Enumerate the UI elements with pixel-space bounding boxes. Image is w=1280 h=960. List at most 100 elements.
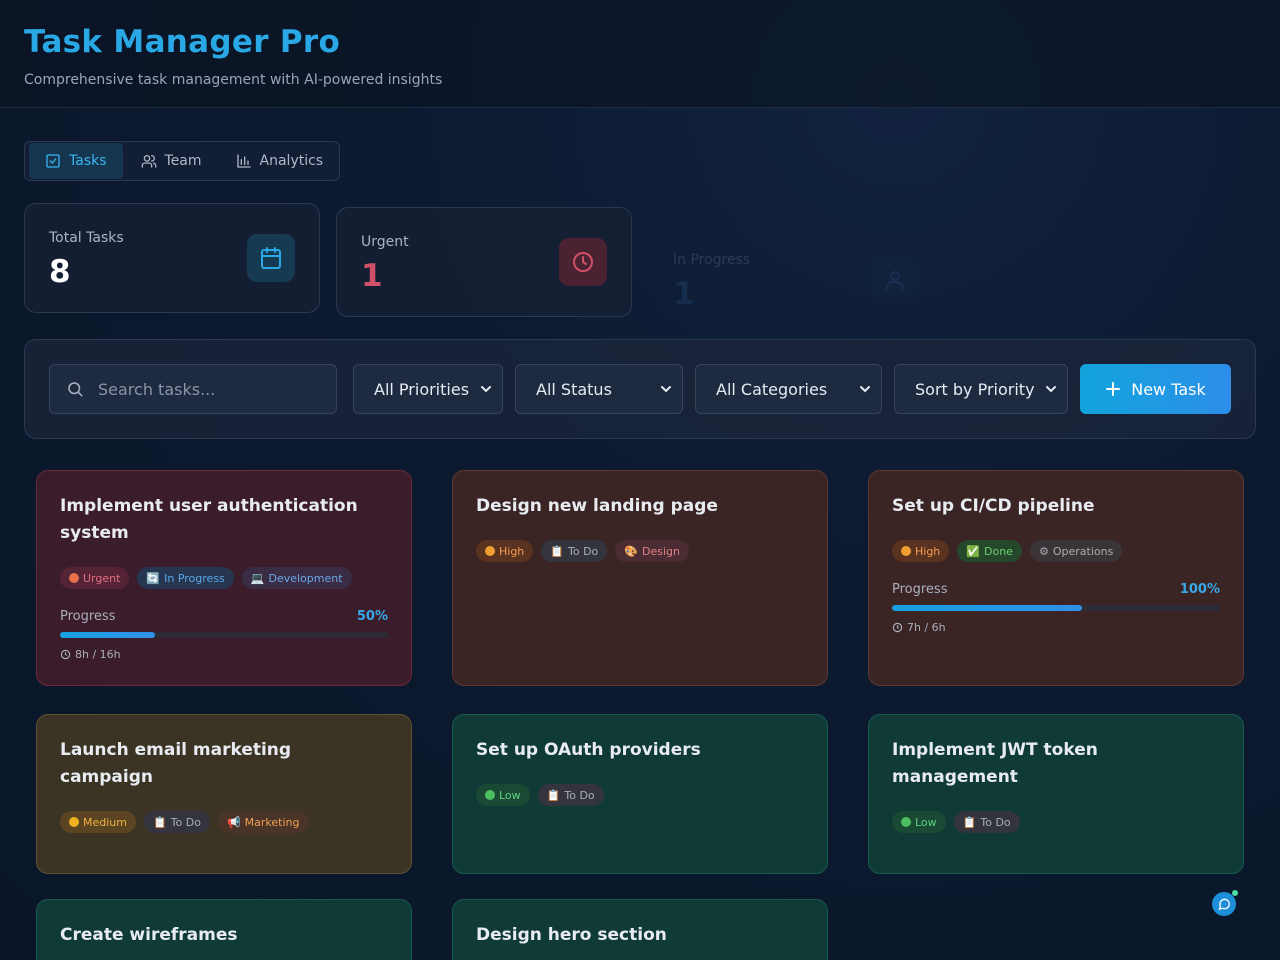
status-badge-label: In Progress [164,571,225,585]
task-card[interactable]: Set up CI/CD pipeline High ✅ Done ⚙ Operat… [868,470,1244,686]
status-badge-label: To Do [170,815,201,829]
task-title: Implement user authentication system [60,496,358,543]
search-icon [68,382,83,397]
priority-badge: High [892,540,950,562]
priority-select[interactable]: All Priorities [353,364,503,414]
chat-button[interactable] [1212,890,1238,916]
clock-icon [60,649,71,660]
progress-fill [60,632,156,638]
sort-select[interactable]: Sort by Priority [894,364,1068,414]
category-select[interactable]: All Categories [695,364,882,414]
new-task-label: New Task [1131,379,1206,399]
priority-badge-label: High [499,544,525,558]
refresh-icon: 🔄 [146,571,161,585]
stat-card-total: Total Tasks 8 [24,203,320,313]
task-card[interactable]: Create wireframes [36,899,412,960]
task-card[interactable]: Set up OAuth providers Low 📋 To Do [452,714,828,874]
priority-dot-icon [485,790,495,800]
category-badge-label: Operations [1052,544,1114,558]
megaphone-icon: 📢 [226,815,241,829]
notification-dot [1232,890,1238,896]
task-card[interactable]: Implement JWT token management Low 📋 To D… [868,714,1244,874]
clipboard-icon: 📋 [546,788,561,802]
filter-bar: All Priorities All Status All Categories… [24,339,1256,439]
task-card[interactable]: Implement user authentication system Urg… [36,470,412,686]
task-card[interactable]: Launch email marketing campaign Medium 📋… [36,714,412,874]
chevron-down-icon [481,386,491,393]
progress-header: Progress 100% [892,582,1220,597]
progress-percent: 100% [1179,582,1220,597]
laptop-icon: 💻 [250,571,265,585]
priority-dot-icon [901,817,911,827]
category-badge: 📢 Marketing [217,811,309,833]
chevron-down-icon [1046,386,1056,393]
search-box[interactable] [49,364,337,414]
priority-badge-label: Medium [83,815,127,829]
category-select-value: All Categories [716,379,828,399]
progress-percent: 50% [356,609,388,624]
app-subtitle: Comprehensive task management with AI-po… [24,72,443,88]
stat-label: In Progress [673,252,751,268]
status-badge: ✅ Done [957,540,1022,562]
tab-team[interactable]: Team [125,143,218,179]
palette-icon: 🎨 [624,544,638,558]
task-badges: Urgent 🔄 In Progress 💻 Development [60,567,388,589]
stat-value: 1 [673,276,695,312]
gear-icon: ⚙ [1038,544,1049,558]
tab-tasks[interactable]: Tasks [29,143,123,179]
clock-icon [892,622,903,633]
bar-chart-icon [236,154,251,168]
chevron-down-icon [860,386,870,393]
stat-value: 1 [361,258,383,294]
check-square-icon [46,154,60,168]
status-badge: 📋 To Do [541,540,608,562]
users-icon [141,155,156,168]
task-title: Launch email marketing campaign [60,740,292,787]
task-title: Set up OAuth providers [476,740,701,760]
task-title: Design hero section [476,925,667,945]
stat-icon-box [559,238,607,286]
task-badges: Medium 📋 To Do 📢 Marketing [60,811,388,833]
task-card[interactable]: Design hero section [452,899,828,960]
status-badge: 🔄 In Progress [137,567,234,589]
hours-info: 7h / 6h [892,621,1220,634]
status-badge-label: To Do [568,544,599,558]
status-badge: 📋 To Do [953,811,1020,833]
stat-icon-box [247,234,295,282]
status-badge-label: To Do [564,788,595,802]
task-card[interactable]: Design new landing page High 📋 To Do 🎨 Des… [452,470,828,686]
status-badge-label: Done [984,544,1013,558]
task-title: Implement JWT token management [892,740,1098,787]
progress-bar [60,632,388,638]
priority-badge: High [476,540,534,562]
category-badge: 💻 Development [241,567,352,589]
priority-badge: Urgent [60,567,130,589]
priority-select-value: All Priorities [374,379,470,399]
stat-card-in-progress: In Progress 1 [648,225,944,335]
status-badge: 📋 To Do [143,811,210,833]
search-input[interactable] [98,379,318,399]
main-tabs: Tasks Team Analytics [24,141,340,181]
stat-label: Total Tasks [49,230,124,246]
progress-header: Progress 50% [60,609,388,624]
clipboard-icon: 📋 [962,815,977,829]
user-icon [886,271,904,290]
tab-analytics[interactable]: Analytics [220,143,340,179]
progress-label: Progress [60,609,116,624]
priority-dot-icon [485,546,495,556]
stat-label: Urgent [361,234,409,250]
priority-dot-icon [69,817,79,827]
status-badge: 📋 To Do [537,784,604,806]
chat-icon [1218,898,1230,910]
priority-badge: Low [476,784,530,806]
chevron-down-icon [661,386,671,393]
task-title: Create wireframes [60,925,238,945]
tab-tasks-label: Tasks [69,153,107,169]
new-task-button[interactable]: New Task [1080,364,1231,414]
status-select[interactable]: All Status [515,364,683,414]
category-badge: 🎨 Design [615,540,689,562]
priority-badge-label: Low [499,788,521,802]
task-badges: High ✅ Done ⚙ Operations [892,540,1220,562]
calendar-icon [261,247,281,269]
hours-info: 8h / 16h [60,648,388,661]
